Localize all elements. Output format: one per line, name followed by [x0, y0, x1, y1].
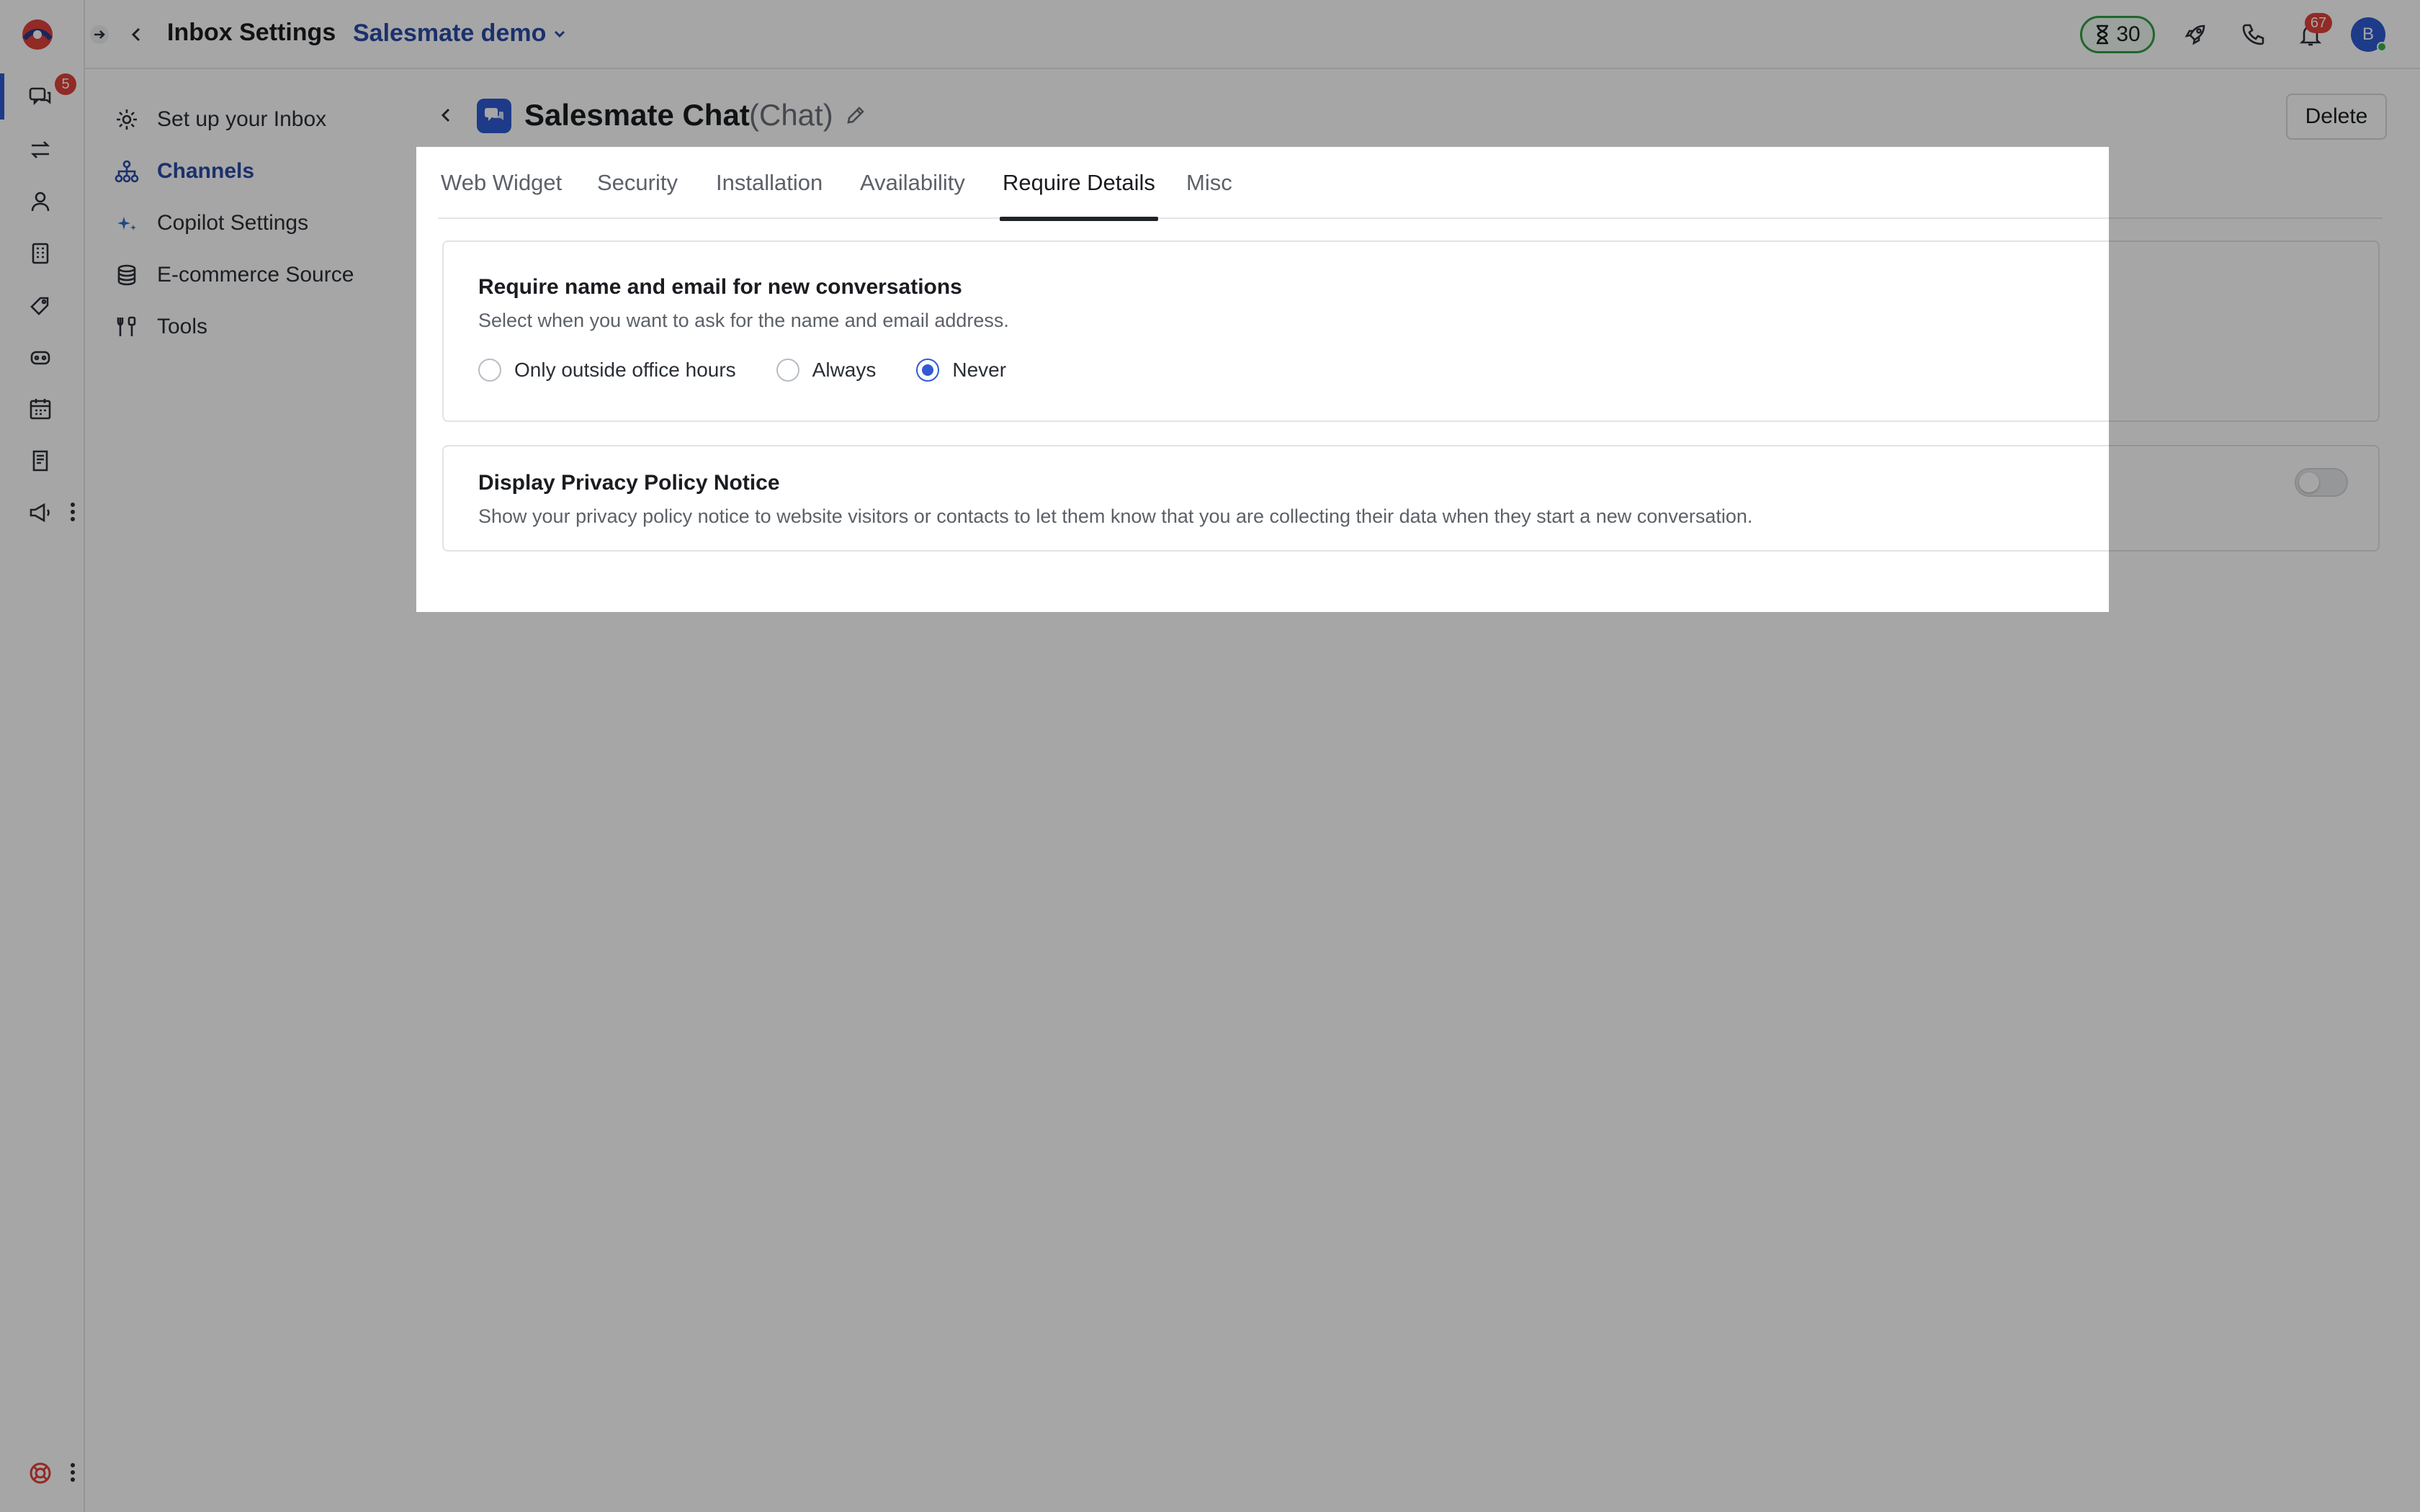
- channels-icon: [112, 157, 141, 186]
- radio-button[interactable]: [776, 359, 799, 382]
- trial-timer-badge[interactable]: 30: [2080, 16, 2155, 53]
- tab-availability[interactable]: Availability: [860, 147, 965, 219]
- conversations-icon[interactable]: [24, 81, 56, 112]
- tab-web-widget[interactable]: Web Widget: [441, 147, 562, 219]
- require-details-card: Require name and email for new conversat…: [442, 240, 2380, 422]
- sidebar-item-tools[interactable]: Tools: [112, 305, 415, 348]
- workspace-name: Salesmate demo: [353, 19, 547, 47]
- tab-misc[interactable]: Misc: [1186, 147, 1232, 219]
- pencil-icon[interactable]: [841, 101, 870, 130]
- back-chevron-icon[interactable]: [432, 101, 461, 130]
- page-title: Inbox Settings: [167, 19, 336, 46]
- sidebar-item-label: Set up your Inbox: [157, 107, 327, 131]
- channel-header: Salesmate Chat (Chat) Delete: [416, 86, 2420, 144]
- radio-button-selected[interactable]: [916, 359, 940, 382]
- campaigns-icon[interactable]: [24, 497, 56, 528]
- channel-name: Salesmate Chat: [524, 98, 750, 132]
- privacy-notice-subtitle: Show your privacy policy notice to websi…: [478, 505, 1753, 527]
- privacy-notice-title: Display Privacy Policy Notice: [478, 471, 780, 495]
- tab-security[interactable]: Security: [597, 147, 678, 219]
- radio-never[interactable]: Never: [916, 359, 1006, 382]
- radio-only-outside-office-hours[interactable]: Only outside office hours: [478, 359, 736, 382]
- app-rail: 5: [0, 0, 85, 1512]
- more-dots-icon[interactable]: [68, 501, 78, 523]
- activities-icon[interactable]: [24, 393, 56, 425]
- privacy-notice-card: Display Privacy Policy Notice Show your …: [442, 445, 2380, 552]
- expand-arrow-icon[interactable]: [85, 20, 114, 49]
- delete-button[interactable]: Delete: [2286, 94, 2387, 140]
- tab-require-details[interactable]: Require Details: [1000, 147, 1158, 221]
- gear-icon: [112, 105, 141, 134]
- radio-always[interactable]: Always: [776, 359, 877, 382]
- chat-bubbles-icon: [477, 99, 511, 133]
- radio-label: Only outside office hours: [514, 359, 736, 381]
- top-bar: Inbox Settings Salesmate demo 30 67 B: [85, 0, 2420, 69]
- notifications-badge: 67: [2305, 13, 2332, 33]
- sidebar-item-setup-inbox[interactable]: Set up your Inbox: [112, 98, 415, 141]
- bots-icon[interactable]: [24, 341, 56, 373]
- deals-icon[interactable]: [24, 289, 56, 321]
- settings-sidebar: Set up your Inbox Channels Copilot Setti…: [85, 69, 416, 1512]
- routing-icon[interactable]: [24, 134, 56, 166]
- sidebar-item-channels[interactable]: Channels: [112, 150, 415, 193]
- timer-value: 30: [2116, 22, 2141, 46]
- radio-button[interactable]: [478, 359, 501, 382]
- sparkle-icon: [112, 209, 141, 238]
- radio-label: Never: [952, 359, 1007, 381]
- notes-icon[interactable]: [24, 445, 56, 477]
- tools-icon: [112, 312, 141, 341]
- radio-label: Always: [812, 359, 877, 381]
- tab-installation[interactable]: Installation: [716, 147, 823, 219]
- sidebar-item-label: Copilot Settings: [157, 211, 309, 235]
- rail-active-indicator: [0, 73, 4, 120]
- toggle-knob: [2299, 472, 2319, 492]
- require-details-subtitle: Select when you want to ask for the name…: [478, 310, 1009, 331]
- sidebar-item-ecommerce-source[interactable]: E-commerce Source: [112, 253, 415, 297]
- back-chevron-icon[interactable]: [122, 20, 151, 49]
- sidebar-item-label: Tools: [157, 315, 208, 338]
- sidebar-item-label: Channels: [157, 159, 255, 183]
- help-lifebuoy-icon[interactable]: [24, 1457, 56, 1489]
- hourglass-icon: [2094, 24, 2110, 45]
- workspace-selector[interactable]: Salesmate demo: [353, 19, 568, 48]
- privacy-notice-toggle[interactable]: [2295, 468, 2348, 497]
- sidebar-item-copilot-settings[interactable]: Copilot Settings: [112, 202, 415, 245]
- require-details-title: Require name and email for new conversat…: [478, 275, 962, 299]
- database-icon: [112, 261, 141, 289]
- channel-tabs: Web Widget Security Installation Availab…: [438, 147, 2383, 221]
- companies-icon[interactable]: [24, 238, 56, 269]
- conversations-badge: 5: [55, 73, 76, 95]
- salesmate-logo[interactable]: [20, 17, 55, 52]
- require-details-radio-group: Only outside office hours Always Never: [478, 359, 1006, 382]
- phone-icon[interactable]: [2237, 19, 2269, 50]
- online-status-dot: [2377, 42, 2387, 52]
- sidebar-item-label: E-commerce Source: [157, 263, 354, 287]
- chevron-down-icon: [552, 26, 568, 42]
- rocket-icon[interactable]: [2179, 19, 2211, 50]
- channel-type: (Chat): [749, 98, 833, 132]
- contacts-icon[interactable]: [24, 186, 56, 217]
- bottom-more-dots-icon[interactable]: [68, 1462, 78, 1483]
